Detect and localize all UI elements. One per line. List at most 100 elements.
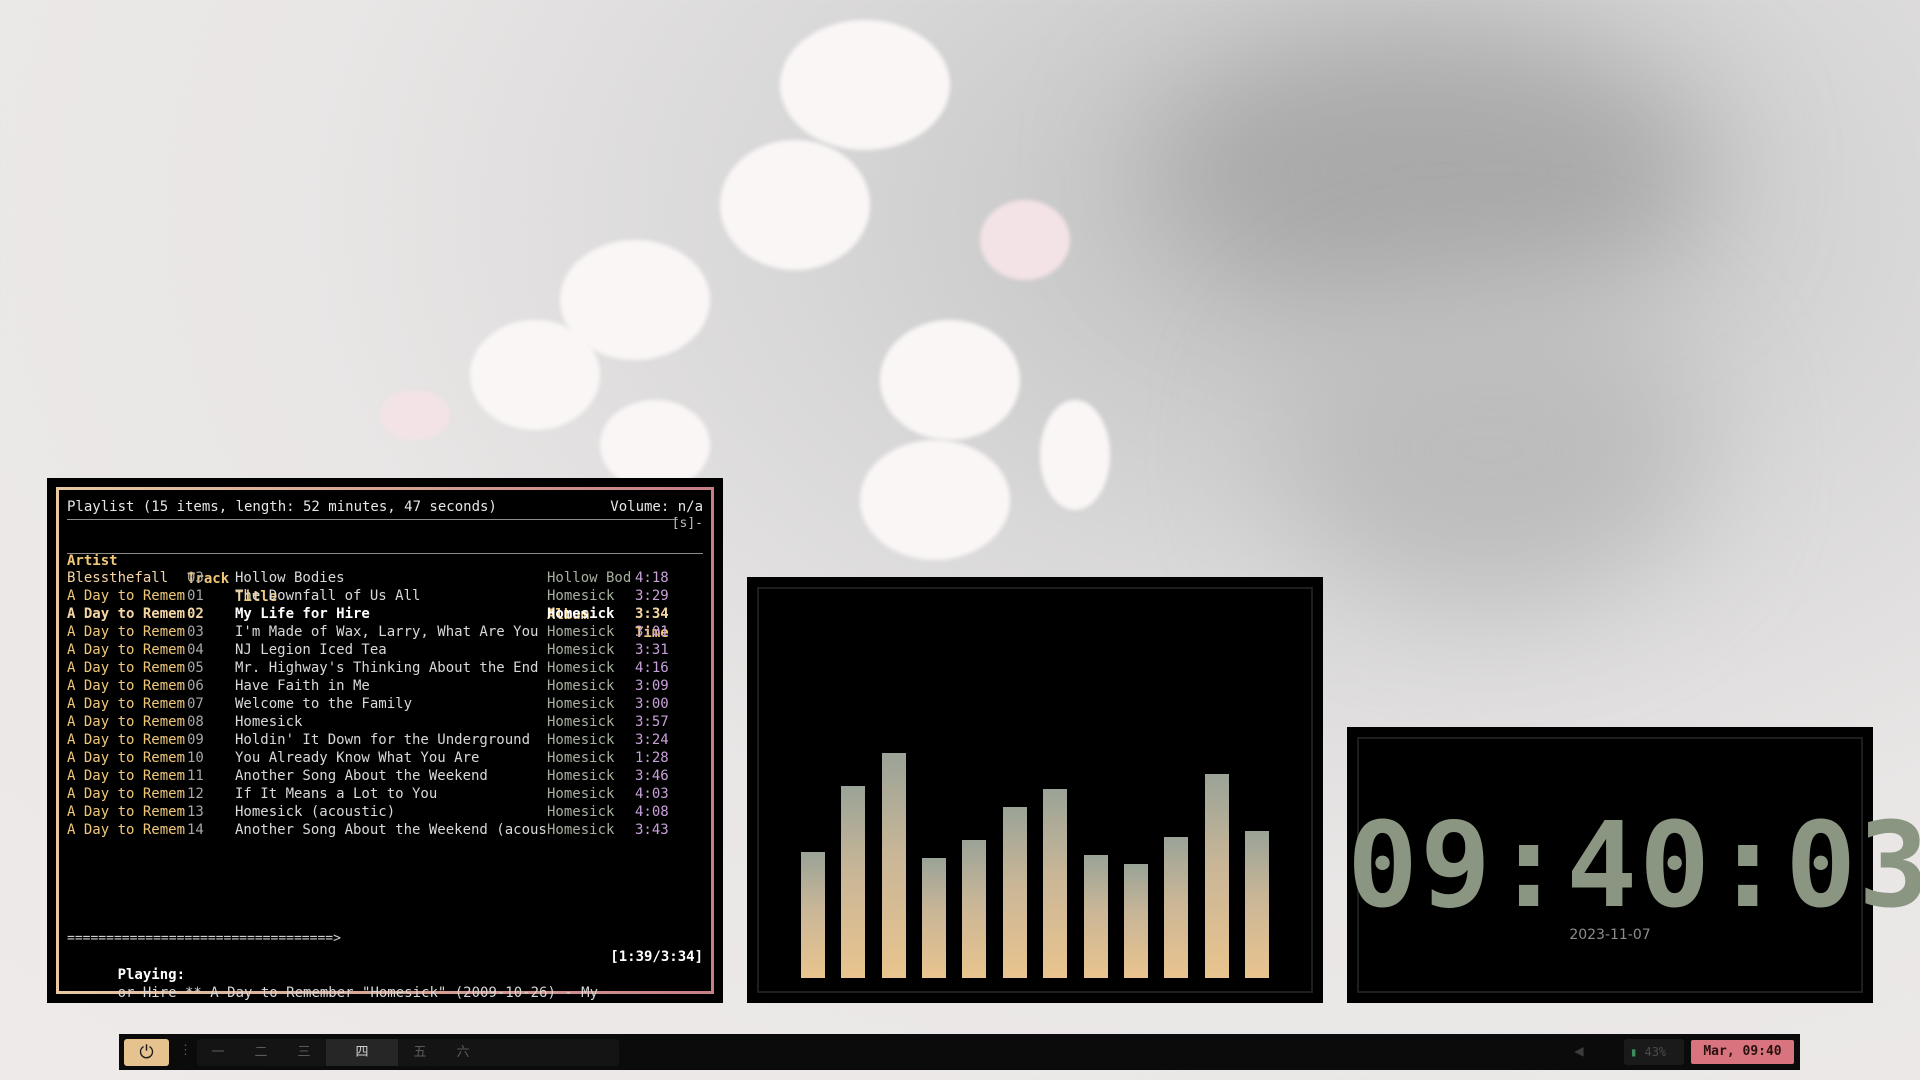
workspace-5[interactable]: 五 [399, 1039, 441, 1066]
track-row[interactable]: A Day to Remem 13 Homesick (acoustic) Homes… [67, 804, 703, 822]
track-row[interactable]: A Day to Remem 10 You Already Know What Yo… [67, 750, 703, 768]
taskbar: ⏻ ⋮ 一二三四五六 ◀ ▮ 43% Mar, 09:40 [119, 1034, 1800, 1070]
track-title: You Already Know What You Are [235, 750, 480, 766]
battery-indicator[interactable]: ▮ 43% [1624, 1039, 1684, 1065]
track-artist: A Day to Remem [67, 732, 186, 748]
track-row[interactable]: A Day to Remem 02 My Life for Hire Homesick… [67, 606, 703, 624]
separator-dots: ⋮ [179, 1043, 192, 1058]
playlist-header: Playlist (15 items, length: 52 minutes, … [67, 498, 703, 516]
track-title: I'm Made of Wax, Larry, What Are You M [235, 624, 547, 640]
workspace-4[interactable]: 四 [326, 1039, 398, 1066]
taskbar-datetime[interactable]: Mar, 09:40 [1691, 1040, 1794, 1064]
track-row[interactable]: A Day to Remem 12 If It Means a Lot to You… [67, 786, 703, 804]
volume-label: Volume: n/a [610, 499, 703, 515]
track-title: If It Means a Lot to You [235, 786, 438, 802]
track-time: 1:28 [635, 750, 669, 766]
track-artist: A Day to Remem [67, 606, 186, 622]
track-title: Have Faith in Me [235, 678, 370, 694]
track-row[interactable]: A Day to Remem 06 Have Faith in Me Homesick… [67, 678, 703, 696]
track-album: Homesick [547, 732, 615, 748]
track-title: Homesick (acoustic) [235, 804, 396, 820]
audio-visualizer [747, 577, 1323, 1003]
track-time: 4:18 [635, 570, 669, 586]
track-album: Homesick [547, 750, 615, 766]
column-artist[interactable]: Artist [67, 552, 187, 570]
track-album: Homesick [547, 624, 615, 640]
playlist-summary: Playlist (15 items, length: 52 minutes, … [67, 499, 497, 515]
track-artist: Blessthefall [67, 570, 169, 586]
track-time: 4:08 [635, 804, 669, 820]
track-track: 04 [187, 642, 204, 658]
visualizer-bar [1003, 807, 1027, 978]
track-time: 4:03 [635, 786, 669, 802]
now-playing: Playing: or Hire ** A Day to Remember "H… [67, 948, 703, 1020]
workspace-switcher: 一二三四五六 [197, 1039, 619, 1066]
track-row[interactable]: A Day to Remem 04 NJ Legion Iced Tea Homesi… [67, 642, 703, 660]
divider [67, 553, 703, 554]
visualizer-bars [801, 678, 1269, 978]
track-artist: A Day to Remem [67, 624, 186, 640]
track-artist: A Day to Remem [67, 822, 186, 838]
music-player-playlist[interactable]: Playlist (15 items, length: 52 minutes, … [47, 478, 723, 1003]
track-title: Another Song About the Weekend (acoust [235, 822, 547, 838]
track-row[interactable]: A Day to Remem 11 Another Song About the W… [67, 768, 703, 786]
track-row[interactable]: A Day to Remem 09 Holdin' It Down for the … [67, 732, 703, 750]
workspace-2[interactable]: 二 [240, 1039, 282, 1066]
track-album: Homesick [547, 822, 615, 838]
progress-bar: ==================================> [67, 931, 341, 946]
track-title: The Downfall of Us All [235, 588, 421, 604]
track-row[interactable]: A Day to Remem 08 Homesick Homesick 3:57 [67, 714, 703, 732]
track-artist: A Day to Remem [67, 678, 186, 694]
workspace-3[interactable]: 三 [283, 1039, 325, 1066]
track-artist: A Day to Remem [67, 696, 186, 712]
track-row[interactable]: A Day to Remem 07 Welcome to the Family Hom… [67, 696, 703, 714]
track-artist: A Day to Remem [67, 768, 186, 784]
track-row[interactable]: A Day to Remem 03 I'm Made of Wax, Larry, … [67, 624, 703, 642]
track-title: Another Song About the Weekend [235, 768, 488, 784]
track-track: 03 [187, 570, 204, 586]
workspace-1[interactable]: 一 [197, 1039, 239, 1066]
battery-icon: ▮ [1630, 1045, 1638, 1059]
track-track: 10 [187, 750, 204, 766]
visualizer-bar [1084, 855, 1108, 978]
track-track: 13 [187, 804, 204, 820]
track-track: 07 [187, 696, 204, 712]
track-time: 3:00 [635, 696, 669, 712]
track-title: Homesick [235, 714, 303, 730]
track-artist: A Day to Remem [67, 714, 186, 730]
clock-widget: 09:40:03 2023-11-07 [1347, 727, 1920, 1003]
track-track: 09 [187, 732, 204, 748]
track-track: 03 [187, 624, 204, 640]
track-album: Homesick [547, 588, 615, 604]
track-album: Homesick [547, 786, 615, 802]
track-track: 14 [187, 822, 204, 838]
track-row[interactable]: A Day to Remem 01 The Downfall of Us All Ho… [67, 588, 703, 606]
track-time: 3:57 [635, 714, 669, 730]
visualizer-bar [922, 858, 946, 978]
track-time: 3:01 [635, 624, 669, 640]
track-time: 3:46 [635, 768, 669, 784]
track-row[interactable]: Blessthefall 03 Hollow Bodies Hollow Bod 4:1… [67, 570, 703, 588]
track-artist: A Day to Remem [67, 660, 186, 676]
clock-date: 2023-11-07 [1569, 927, 1651, 943]
workspace-6[interactable]: 六 [442, 1039, 484, 1066]
visualizer-bar [841, 786, 865, 978]
clock-time: 09:40:03 [1347, 796, 1920, 934]
track-title: Hollow Bodies [235, 570, 345, 586]
chevron-left-icon[interactable]: ◀ [1574, 1041, 1584, 1060]
playing-label: Playing: [117, 967, 186, 983]
visualizer-bar [1164, 837, 1188, 978]
visualizer-bar [801, 852, 825, 978]
track-row[interactable]: A Day to Remem 14 Another Song About the W… [67, 822, 703, 840]
track-title: Welcome to the Family [235, 696, 413, 712]
visualizer-bar [882, 753, 906, 978]
track-row[interactable]: A Day to Remem 05 Mr. Highway's Thinking A… [67, 660, 703, 678]
power-icon[interactable]: ⏻ [124, 1039, 169, 1066]
track-album: Homesick [547, 660, 615, 676]
track-album: Homesick [547, 642, 615, 658]
track-track: 05 [187, 660, 204, 676]
track-time: 3:24 [635, 732, 669, 748]
shuffle-indicator: [s]- [671, 516, 703, 531]
track-time: 3:43 [635, 822, 669, 838]
track-title: Holdin' It Down for the Underground [235, 732, 531, 748]
